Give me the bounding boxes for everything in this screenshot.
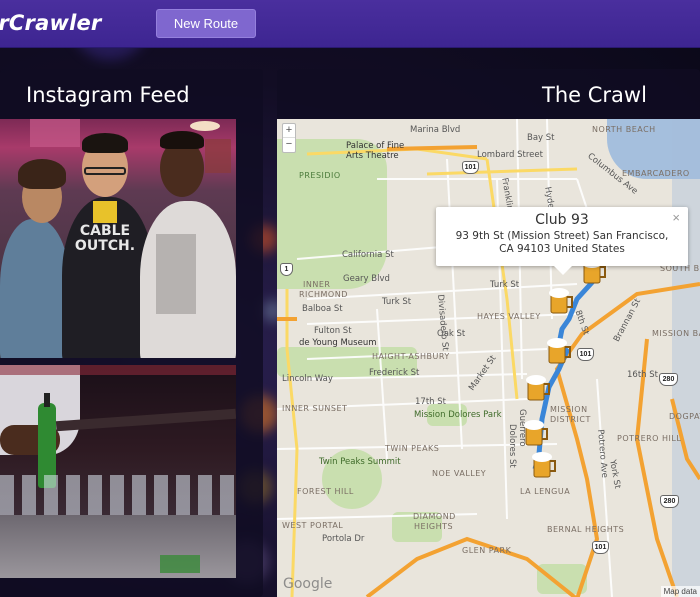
map-label: Turk St [490, 280, 520, 290]
map-label: INNER SUNSET [282, 404, 348, 413]
map-label: Arts Theatre [346, 151, 399, 161]
beer-marker-icon[interactable] [547, 285, 575, 315]
map-label: Fulton St [314, 326, 352, 336]
beer-marker-icon[interactable] [530, 449, 558, 479]
map-label: DOGPATCH [669, 412, 700, 421]
top-navbar: arCrawler New Route [0, 0, 700, 48]
map-label: Turk St [382, 297, 412, 307]
instagram-feed-title: Instagram Feed [26, 83, 190, 107]
zoom-out-button[interactable]: − [283, 138, 295, 152]
map-label: de Young Museum [299, 338, 377, 348]
popup-title: Club 93 [535, 212, 589, 228]
highway-shield: 280 [660, 495, 679, 508]
popup-address-line2: CA 94103 United States [499, 243, 625, 255]
highway-shield: 101 [577, 348, 594, 361]
zoom-control: + − [282, 123, 296, 153]
map-label: Portola Dr [322, 534, 365, 544]
beer-marker-icon[interactable] [524, 372, 552, 402]
map-label: NORTH BEACH [592, 125, 656, 134]
brand-logo[interactable]: arCrawler [0, 11, 101, 35]
crawl-panel: The Crawl Marina Blvd Bay St NORTH BEACH… [277, 69, 700, 597]
map-label: TWIN PEAKS [385, 444, 440, 453]
map-label: FOREST HILL [297, 487, 354, 496]
map-label: Lincoln Way [282, 374, 333, 384]
map-label: Balboa St [302, 304, 343, 314]
beer-marker-icon[interactable] [545, 335, 573, 365]
highway-shield: 101 [592, 541, 609, 554]
beer-marker-icon[interactable] [522, 417, 550, 447]
venue-info-popup: × Club 93 93 9th St (Mission Street) San… [436, 207, 688, 275]
map-label: LA LENGUA [520, 487, 571, 496]
highway-shield: 280 [659, 373, 678, 386]
map-label: INNER [303, 280, 331, 289]
map-label: RICHMOND [299, 290, 348, 299]
map-label: Mission Dolores Park [414, 410, 502, 420]
map-label: HEIGHTS [414, 522, 454, 531]
map-label: POTRERO HILL [617, 434, 682, 443]
map-label: NOE VALLEY [432, 469, 487, 478]
close-icon[interactable]: × [672, 210, 680, 225]
map-label: Geary Blvd [343, 274, 390, 284]
zoom-in-button[interactable]: + [283, 124, 295, 138]
map-label: Lombard Street [477, 150, 543, 160]
map-label: Frederick St [369, 368, 420, 378]
map-label: Oak St [437, 329, 466, 339]
popup-address-line1: 93 9th St (Mission Street) San Francisco… [455, 230, 669, 242]
map-label: MISSION [550, 405, 588, 414]
instagram-feed-panel: Instagram Feed CABLE OUTCH. [0, 69, 263, 597]
new-route-button[interactable]: New Route [156, 9, 256, 38]
map-label: WEST PORTAL [282, 521, 344, 530]
map-label: Palace of Fine [346, 141, 405, 151]
map-label: Bay St [527, 133, 555, 143]
highway-shield: 101 [462, 161, 479, 174]
map-label: California St [342, 250, 394, 260]
shirt-print: CABLE OUTCH. [74, 223, 136, 254]
map-label: PRESIDIO [299, 171, 341, 180]
map-data-attribution[interactable]: Map data [660, 586, 700, 597]
crawl-title: The Crawl [542, 83, 647, 107]
map-label: HAIGHT-ASHBURY [372, 352, 450, 361]
map-label: EMBARCADERO [622, 169, 690, 178]
map-label: HAYES VALLEY [477, 312, 541, 321]
map-label: BERNAL HEIGHTS [547, 525, 625, 534]
instagram-photo[interactable]: CABLE OUTCH. [0, 119, 236, 358]
map-label: Twin Peaks Summit [319, 457, 401, 467]
instagram-photo[interactable] [0, 365, 236, 578]
highway-shield: 1 [280, 263, 293, 276]
route-map[interactable]: Marina Blvd Bay St NORTH BEACH Palace of… [277, 119, 700, 597]
map-label: Marina Blvd [410, 125, 461, 135]
map-label: GLEN PARK [462, 546, 512, 555]
map-label: 17th St [415, 397, 446, 407]
map-label: DIAMOND [413, 512, 456, 521]
map-label: Dolores St [507, 424, 517, 468]
map-label: 16th St [627, 370, 658, 380]
google-logo: Google [283, 576, 333, 592]
map-label: MISSION BA [652, 329, 700, 338]
map-label: DISTRICT [550, 415, 591, 424]
